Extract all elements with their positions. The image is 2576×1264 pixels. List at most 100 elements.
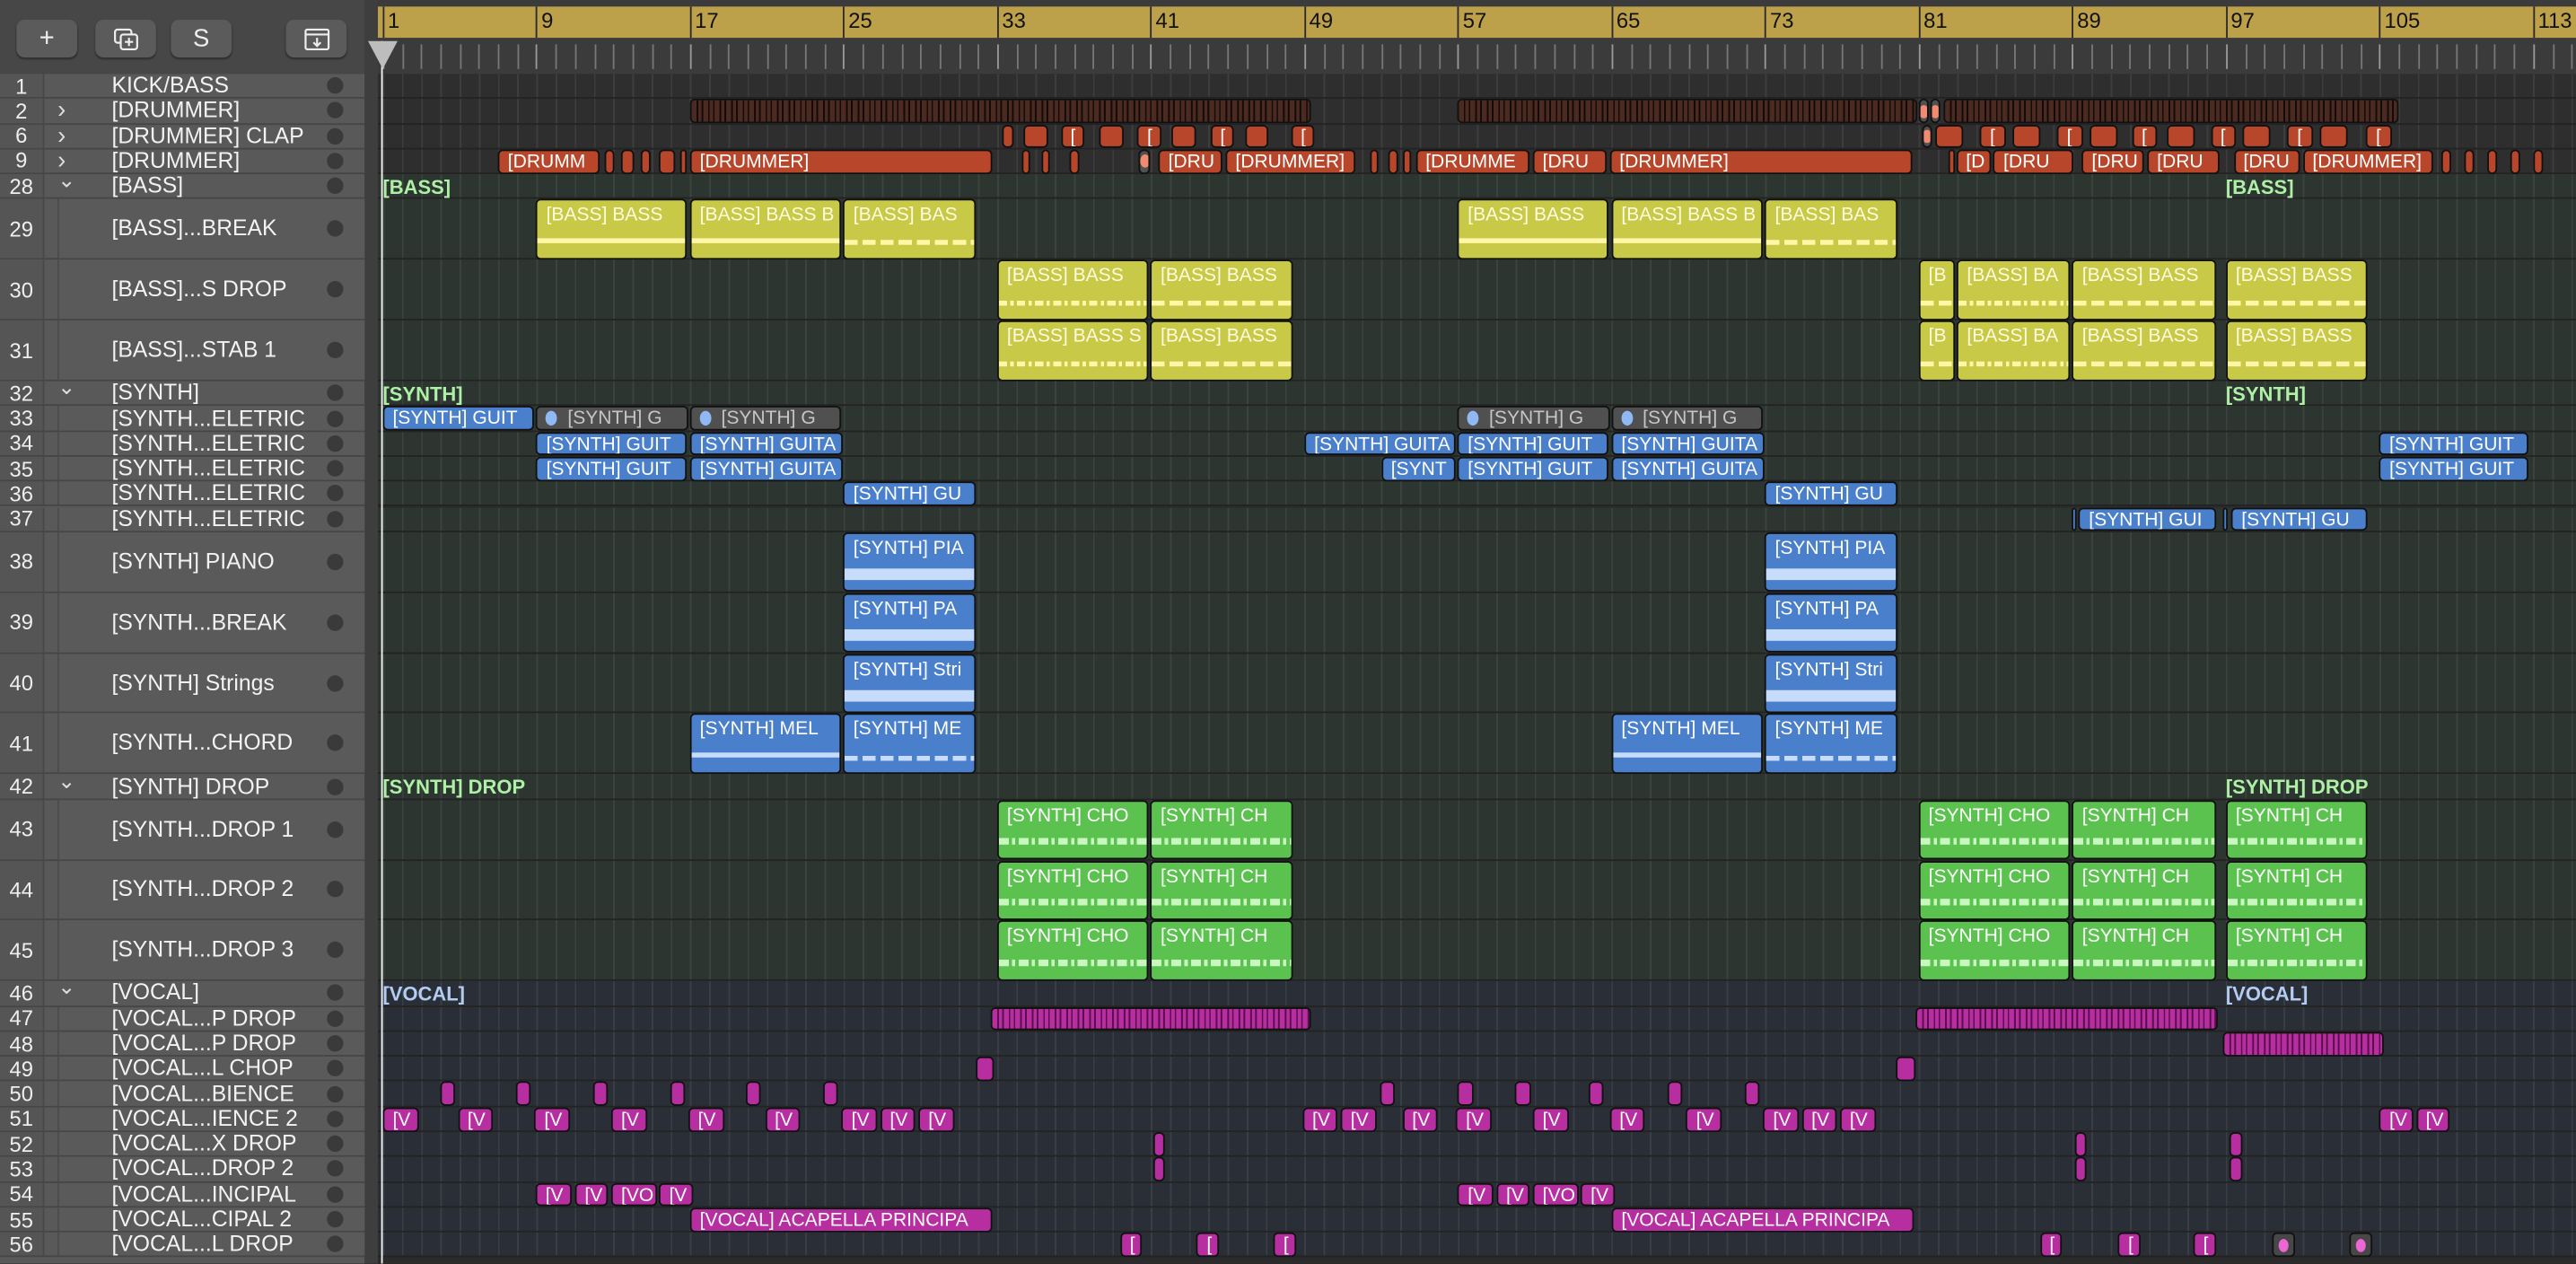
region[interactable]: [SYNTH] GUITA — [689, 456, 843, 481]
region[interactable]: [SYNTH] CH — [2072, 799, 2216, 860]
region[interactable]: [SYNTH] CH — [2072, 920, 2216, 981]
region[interactable]: [SYNTH] GU — [1765, 481, 1897, 506]
track-lane-35[interactable]: [SYNTH] GUIT [SYNTH] GUITA [SYNT [SYNTH] GU… — [377, 456, 2576, 482]
region[interactable]: [BASS] BASS B — [1611, 199, 1763, 259]
region[interactable]: [SYNTH] CHO — [1918, 920, 2070, 981]
region[interactable]: [SYNTH] MEL — [689, 714, 841, 774]
region[interactable]: [SYNTH] CHO — [996, 860, 1150, 920]
track-lane-46[interactable]: [VOCAL] [VOCAL] — [377, 981, 2576, 1007]
region[interactable]: [ — [2056, 124, 2083, 149]
region[interactable]: [DRUMM — [497, 149, 600, 174]
folder-region-label[interactable]: [SYNTH] DROP — [382, 777, 525, 800]
region[interactable]: [ — [1196, 1233, 1220, 1258]
track-header-49[interactable]: 49 [VOCAL...L CHOP — [0, 1056, 365, 1083]
region[interactable] — [1515, 1082, 1531, 1107]
chevron-down-icon[interactable]: ⌄ — [57, 975, 75, 1001]
region[interactable]: [SYNTH] CH — [2225, 799, 2368, 860]
muted-region[interactable] — [2348, 1233, 2372, 1258]
region[interactable]: [ — [1119, 1233, 1143, 1258]
region[interactable]: [VOCAL] ACAPELLA PRINCIPA — [689, 1207, 993, 1233]
region[interactable] — [2533, 149, 2544, 174]
track-record-enable-button[interactable] — [327, 178, 344, 195]
track-record-enable-button[interactable] — [327, 1186, 344, 1203]
track-header-30[interactable]: 30 [BASS]...S DROP — [0, 259, 365, 321]
track-name[interactable]: [VOCAL...DROP 2 — [111, 1156, 294, 1181]
track-header-40[interactable]: 40 [SYNTH] Strings — [0, 653, 365, 715]
region[interactable]: [SYNTH] CHO — [996, 920, 1150, 981]
region[interactable]: [V — [765, 1107, 801, 1132]
region[interactable]: [BASS] BASS S — [996, 320, 1150, 381]
track-record-enable-button[interactable] — [327, 821, 344, 838]
track-record-enable-button[interactable] — [327, 384, 344, 402]
region[interactable] — [1003, 124, 1014, 149]
track-lane-2[interactable] — [377, 99, 2576, 125]
region[interactable]: [V — [659, 1182, 694, 1207]
region[interactable] — [440, 1082, 456, 1107]
region[interactable]: [DRUMMER] — [689, 149, 993, 174]
region[interactable]: [SYNTH] GUIT — [536, 431, 688, 456]
region[interactable] — [991, 1006, 1311, 1031]
track-name[interactable]: [VOCAL...IENCE 2 — [111, 1106, 297, 1130]
region[interactable] — [679, 149, 688, 174]
track-name[interactable]: [VOCAL...INCIPAL — [111, 1181, 296, 1206]
region[interactable]: [SYNT — [1380, 456, 1456, 481]
track-name[interactable]: [SYNTH] — [111, 381, 198, 405]
track-record-enable-button[interactable] — [327, 77, 344, 94]
region[interactable]: [SYNTH] GU — [843, 481, 976, 506]
region[interactable]: [SYNTH] GUIT — [1458, 431, 1609, 456]
track-header-35[interactable]: 35 [SYNTH...ELETRIC — [0, 455, 365, 482]
chevron-down-icon[interactable]: ⌄ — [57, 374, 75, 400]
chevron-right-icon[interactable]: › — [57, 122, 66, 150]
region[interactable]: [B — [1918, 320, 1955, 381]
region[interactable] — [1152, 1132, 1166, 1157]
track-header-37[interactable]: 37 [SYNTH...ELETRIC — [0, 505, 365, 532]
region[interactable] — [1895, 1057, 1916, 1082]
region[interactable]: [SYNTH] GUIT — [1458, 456, 1609, 481]
track-lane-1[interactable] — [377, 74, 2576, 100]
region[interactable]: [VO — [611, 1182, 657, 1207]
region[interactable]: [SYNTH] GUIT — [2379, 456, 2528, 481]
region[interactable] — [1041, 149, 1050, 174]
region[interactable] — [1021, 149, 1031, 174]
region[interactable]: [VO — [1532, 1182, 1579, 1207]
track-header-31[interactable]: 31 [BASS]...STAB 1 — [0, 320, 365, 382]
region[interactable]: [SYNTH] CHO — [1918, 860, 2070, 920]
track-record-enable-button[interactable] — [327, 510, 344, 527]
region[interactable]: [BASS] BAS — [843, 199, 976, 259]
region[interactable] — [1943, 99, 2398, 124]
track-name[interactable]: [VOCAL...BIENCE — [111, 1081, 294, 1105]
region[interactable]: [SYNTH] MEL — [1611, 714, 1763, 774]
region[interactable]: [BASS] BASS — [1458, 199, 1609, 259]
track-header-56[interactable]: 56 [VOCAL...L DROP — [0, 1232, 365, 1258]
track-record-enable-button[interactable] — [327, 153, 344, 170]
region[interactable]: [BASS] BASS — [2072, 320, 2216, 381]
region[interactable]: [BASS] BASS — [1151, 320, 1293, 381]
region[interactable]: [V — [918, 1107, 954, 1132]
track-lane-56[interactable]: [[[[[[ — [377, 1233, 2576, 1258]
region[interactable] — [640, 149, 651, 174]
bar-ruler[interactable]: 1 9 17 25 33 41 49 57 65 73 81 89 97 105 113 — [377, 0, 2576, 75]
region[interactable]: [ — [2193, 1233, 2216, 1258]
track-header-2[interactable]: 2 › [DRUMMER] — [0, 97, 365, 125]
region[interactable] — [592, 1082, 609, 1107]
track-name[interactable]: [DRUMMER] — [111, 98, 240, 122]
region[interactable]: [V — [611, 1107, 647, 1132]
region[interactable]: [V — [688, 1107, 724, 1132]
track-lane-29[interactable]: [BASS] BASS [BASS] BASS B [BASS] BAS [BASS]… — [377, 199, 2576, 260]
track-lane-52[interactable] — [377, 1132, 2576, 1158]
region[interactable]: [SYNTH] GUIT — [382, 406, 534, 431]
region[interactable]: [ — [2118, 1233, 2141, 1258]
muted-region[interactable] — [1139, 149, 1151, 174]
track-record-enable-button[interactable] — [327, 1110, 344, 1128]
region[interactable]: [DRU — [1158, 149, 1223, 174]
track-record-enable-button[interactable] — [327, 102, 344, 119]
track-name[interactable]: KICK/BASS — [111, 73, 228, 97]
track-header-36[interactable]: 36 [SYNTH...ELETRIC — [0, 480, 365, 507]
track-header-34[interactable]: 34 [SYNTH...ELETRIC — [0, 431, 365, 457]
region[interactable] — [689, 99, 1311, 124]
region[interactable] — [659, 149, 675, 174]
region[interactable]: [V — [1302, 1107, 1338, 1132]
region[interactable]: [DRU — [2147, 149, 2220, 174]
import-button[interactable] — [285, 19, 347, 58]
track-header-51[interactable]: 51 [VOCAL...IENCE 2 — [0, 1106, 365, 1133]
